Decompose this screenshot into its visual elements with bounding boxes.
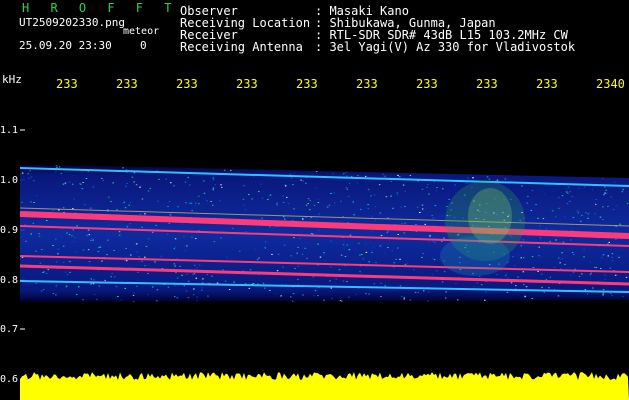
y-tick: 0.6: [0, 374, 19, 385]
antenna-value: : 3el Yagi(V) Az 330 for Vladivostok: [315, 40, 576, 54]
antenna-label: Receiving Antenna: [180, 40, 303, 54]
meteor-label: meteor: [123, 26, 160, 37]
x-tick: 2340: [596, 77, 625, 91]
y-tick: 1.0: [0, 175, 19, 186]
datetime: 25.09.20 23:30: [19, 39, 112, 52]
x-tick: 233: [536, 77, 558, 91]
x-tick: 233: [116, 77, 138, 91]
y-tick: 0.7: [0, 324, 19, 335]
app-title: H R O F F T: [22, 1, 179, 15]
x-tick: 233: [176, 77, 198, 91]
noise-floor: [20, 372, 629, 400]
x-tick: 233: [476, 77, 498, 91]
spectrogram: [20, 129, 629, 400]
x-tick: 233: [236, 77, 258, 91]
y-tick: 0.8: [0, 275, 19, 286]
x-tick: 233: [416, 77, 438, 91]
file-name: UT2509202330.png: [19, 16, 125, 29]
x-tick: 233: [296, 77, 318, 91]
count: 0: [140, 39, 147, 52]
x-tick: 233: [56, 77, 78, 91]
y-unit-label: kHz: [2, 73, 22, 86]
y-tick: 1.1: [0, 125, 19, 136]
y-tick: 0.9: [0, 225, 19, 236]
x-tick: 233: [356, 77, 378, 91]
